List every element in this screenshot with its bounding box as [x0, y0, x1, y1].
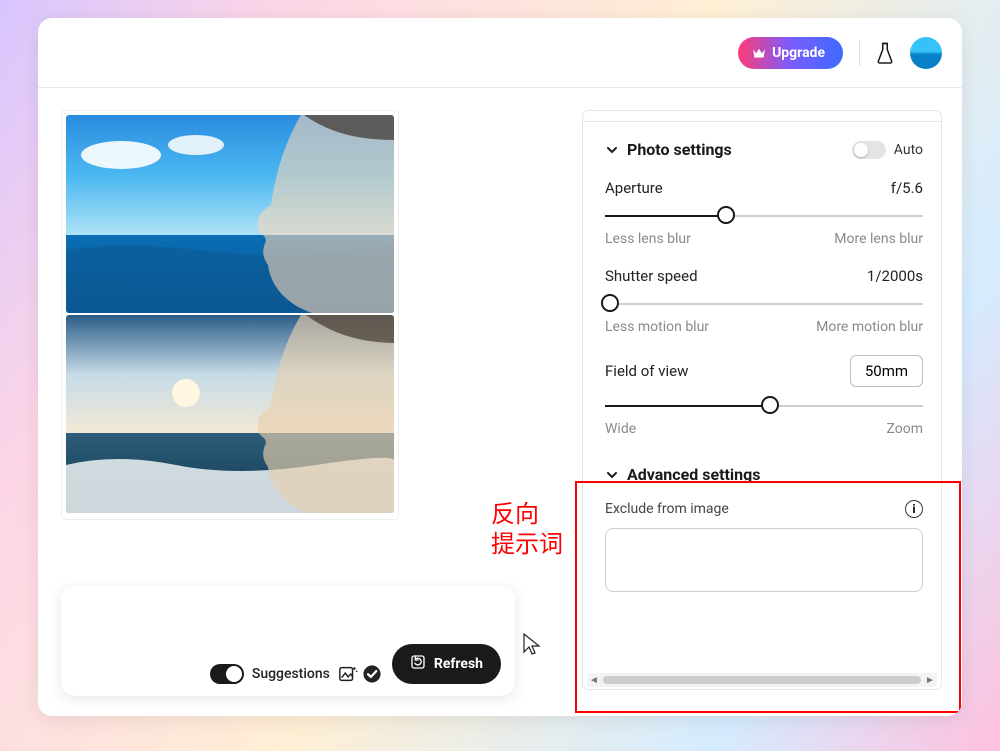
suggestions-toggle[interactable] [210, 664, 244, 684]
fov-max-hint: Zoom [887, 421, 924, 437]
info-icon[interactable]: i [905, 500, 923, 518]
settings-scroll[interactable]: Photo settings Auto Aperture f/5.6 [583, 111, 941, 673]
settings-panel: Photo settings Auto Aperture f/5.6 [582, 110, 942, 690]
shutter-value: 1/2000s [867, 267, 923, 285]
advanced-settings-title: Advanced settings [627, 465, 923, 484]
scroll-right-icon[interactable]: ► [923, 675, 937, 686]
aperture-label: Aperture [605, 179, 663, 197]
result-image-1[interactable] [66, 115, 394, 313]
shutter-slider[interactable] [605, 293, 923, 315]
beaker-icon[interactable] [876, 42, 894, 64]
scroll-thumb[interactable] [603, 676, 921, 684]
exclude-input[interactable] [605, 528, 923, 592]
horizontal-scrollbar[interactable]: ◄ ► [587, 673, 937, 687]
chevron-down-icon[interactable] [605, 468, 619, 482]
refresh-label: Refresh [434, 656, 483, 672]
chevron-down-icon[interactable] [605, 143, 619, 157]
shutter-label: Shutter speed [605, 267, 698, 285]
aperture-slider[interactable] [605, 205, 923, 227]
photo-settings-title: Photo settings [627, 140, 844, 159]
upgrade-label: Upgrade [772, 45, 825, 61]
aperture-value: f/5.6 [891, 179, 923, 197]
prompt-card: Suggestions Refresh [61, 586, 515, 696]
check-badge-icon [362, 664, 382, 684]
avatar[interactable] [910, 37, 942, 69]
fov-min-hint: Wide [605, 421, 636, 437]
crown-icon [752, 47, 766, 59]
suggestions-label: Suggestions [252, 666, 330, 682]
generated-images [61, 110, 399, 520]
image-sparkle-icon[interactable] [338, 664, 358, 684]
refresh-icon [410, 654, 426, 674]
fov-slider[interactable] [605, 395, 923, 417]
auto-toggle[interactable] [852, 141, 886, 159]
refresh-button[interactable]: Refresh [392, 644, 501, 684]
fov-value-box[interactable]: 50mm [850, 355, 923, 387]
annotation-text: 反向 提示词 [491, 499, 563, 559]
upgrade-button[interactable]: Upgrade [738, 37, 843, 69]
fov-label: Field of view [605, 362, 688, 380]
scroll-left-icon[interactable]: ◄ [587, 675, 601, 686]
auto-label: Auto [894, 142, 923, 158]
aperture-max-hint: More lens blur [834, 231, 923, 247]
exclude-label: Exclude from image [605, 501, 729, 517]
shutter-max-hint: More motion blur [816, 319, 923, 335]
aperture-min-hint: Less lens blur [605, 231, 691, 247]
top-bar: Upgrade [38, 18, 962, 88]
result-image-2[interactable] [66, 315, 394, 513]
divider [859, 40, 860, 66]
shutter-min-hint: Less motion blur [605, 319, 709, 335]
